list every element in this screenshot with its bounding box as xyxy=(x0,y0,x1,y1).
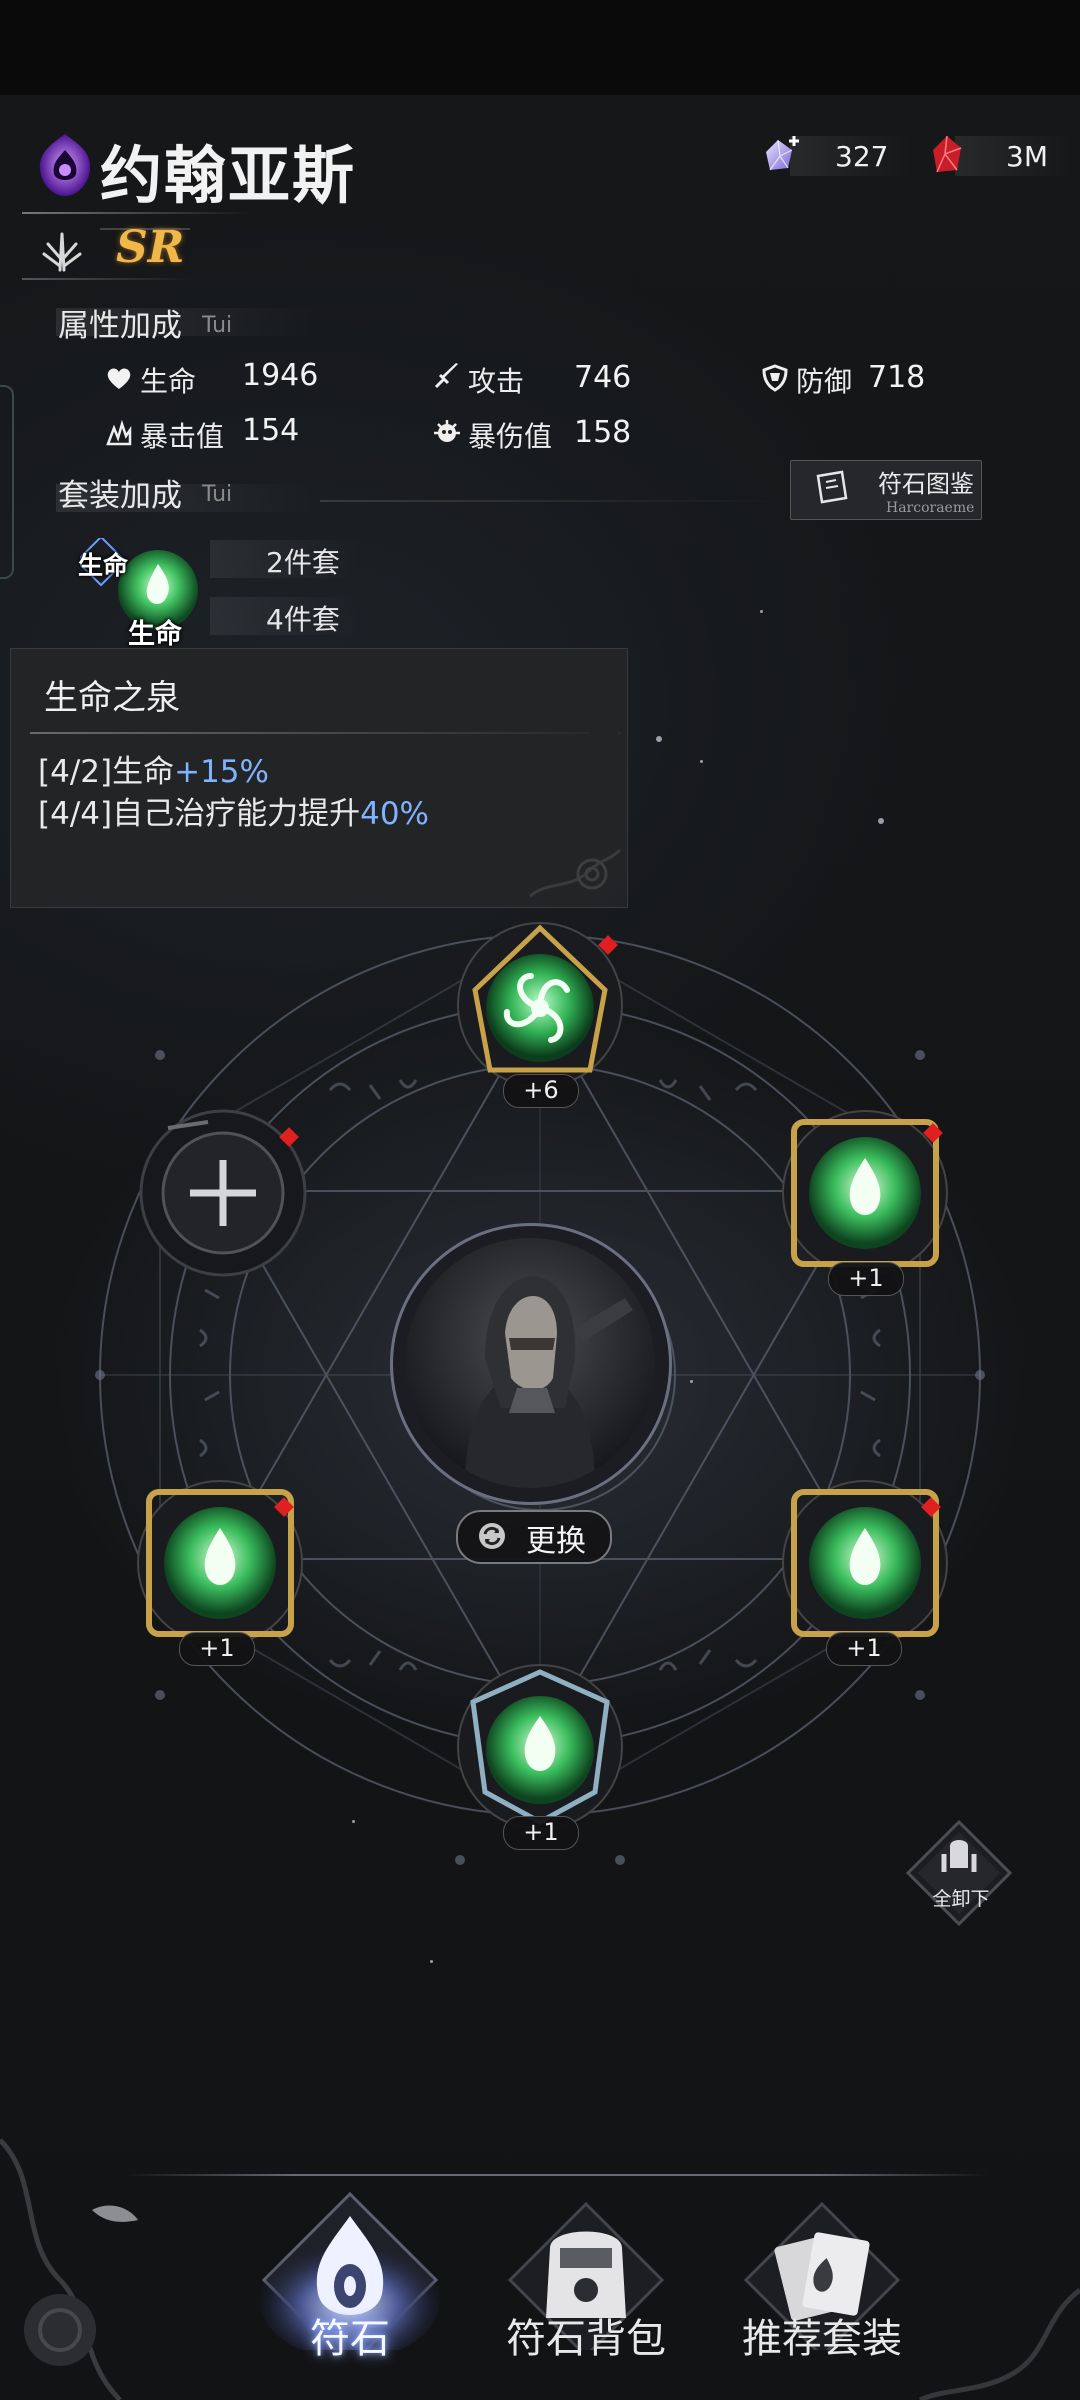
star xyxy=(656,736,662,742)
divider xyxy=(22,278,192,280)
nav-tab-rune[interactable]: 符石 xyxy=(240,2190,460,2400)
stat-value: 746 xyxy=(574,360,632,395)
stat-value: 718 xyxy=(868,360,926,395)
stat-value: 154 xyxy=(242,413,300,448)
star xyxy=(700,760,703,763)
heart-icon xyxy=(107,368,131,389)
rune-level: +1 xyxy=(828,1262,904,1296)
rune-level: +1 xyxy=(179,1632,255,1666)
rune-slot-upper-left[interactable] xyxy=(138,1108,308,1278)
nav-tab-label: 符石 xyxy=(310,2316,390,2362)
hero-name: 约翰亚斯 xyxy=(100,139,357,212)
unequip-all-label: 全卸下 xyxy=(932,1888,990,1910)
rarity-badge: SR xyxy=(116,222,185,273)
nav-tab-rune-backpack[interactable]: 符石背包 xyxy=(476,2190,696,2400)
attributes-title: 属性加成 xyxy=(58,308,182,344)
star xyxy=(760,610,763,613)
set-2-piece: 2件套 xyxy=(266,546,340,579)
stat-label: 攻击 xyxy=(468,365,525,398)
stat-label: 暴伤值 xyxy=(468,420,553,453)
rune-atlas-sublabel: Harcoraeme xyxy=(886,500,975,516)
set-bonus-title: 套装加成 xyxy=(58,478,182,514)
swap-icon xyxy=(479,1523,505,1549)
life-rune-icon xyxy=(457,1664,623,1830)
rune-atlas-label: 符石图鉴 xyxy=(878,470,974,498)
faction-emblem-icon xyxy=(39,134,91,196)
nav-tab-label: 符石背包 xyxy=(506,2316,666,2362)
rune-slot-lower-right[interactable]: +1 xyxy=(780,1478,950,1666)
ruby-count: 3M xyxy=(1006,140,1048,173)
tooltip-row: [4/2]生命+15% xyxy=(38,746,269,791)
stat-value: 1946 xyxy=(242,358,319,393)
book-icon xyxy=(816,470,848,504)
rune-level: +6 xyxy=(503,1074,579,1108)
set-4-piece: 4件套 xyxy=(266,603,340,636)
crystal-plus-icon[interactable] xyxy=(756,132,802,178)
set-icon-tag: 生命 xyxy=(78,551,129,580)
stat-label: 防御 xyxy=(796,365,853,398)
name-underline xyxy=(22,212,252,214)
star xyxy=(878,818,884,824)
nav-divider xyxy=(124,2174,990,2176)
set-icon-tag: 生命 xyxy=(128,619,182,650)
rose-ornament-icon xyxy=(529,848,622,898)
attributes-subtitle: Tui xyxy=(202,313,233,338)
tooltip-row-prefix: [4/2]生命 xyxy=(38,754,175,790)
hero-portrait[interactable] xyxy=(405,1238,655,1488)
nav-tab-label: 推荐套装 xyxy=(742,2316,902,2362)
tooltip-divider xyxy=(30,732,590,734)
change-hero-label: 更换 xyxy=(526,1524,586,1559)
crit-icon xyxy=(106,419,132,446)
crystal-count: 327 xyxy=(835,140,889,173)
tooltip-title: 生命之泉 xyxy=(44,678,180,718)
rune-slot-top[interactable]: +6 xyxy=(455,920,625,1108)
rose-vine-decoration xyxy=(0,2138,138,2400)
vine-decoration xyxy=(918,2288,1080,2400)
class-icon xyxy=(42,232,82,272)
rune-slot-upper-right[interactable]: +1 xyxy=(780,1108,950,1296)
set-bonus-subtitle: Tui xyxy=(202,482,233,507)
rune-slot-lower-left[interactable]: +1 xyxy=(135,1478,305,1666)
tooltip-row: [4/4]自己治疗能力提升40% xyxy=(38,788,429,833)
tooltip-row-highlight: +15% xyxy=(174,754,269,790)
tooltip-row-highlight: 40% xyxy=(360,796,429,832)
rune-level: +1 xyxy=(826,1632,902,1666)
nav-tab-recommended-sets[interactable]: 推荐套装 xyxy=(712,2190,932,2400)
crit-damage-icon xyxy=(434,420,460,442)
tooltip-row-prefix: [4/4]自己治疗能力提升 xyxy=(38,796,361,832)
rune-level: +1 xyxy=(503,1816,579,1850)
ruby-icon[interactable] xyxy=(925,132,969,178)
sword-icon xyxy=(434,363,458,389)
shield-icon xyxy=(762,364,788,392)
side-drawer-tab[interactable] xyxy=(0,385,14,579)
rune-slot-bottom[interactable]: +1 xyxy=(455,1662,625,1850)
stat-label: 生命 xyxy=(140,365,197,398)
divider xyxy=(320,500,780,502)
unequip-all-button[interactable] xyxy=(904,1818,1014,1928)
stat-value: 158 xyxy=(574,415,632,450)
star xyxy=(430,1960,433,1963)
stat-label: 暴击值 xyxy=(140,420,225,453)
